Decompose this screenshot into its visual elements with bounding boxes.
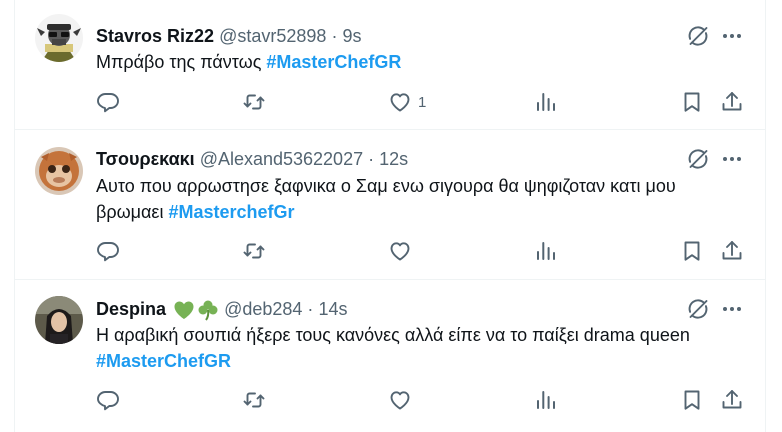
more-icon[interactable] — [720, 297, 744, 321]
share-button[interactable] — [720, 90, 744, 114]
bookmark-icon — [680, 388, 704, 412]
tweet-actions — [15, 239, 765, 263]
tweet-text: Η αραβική σουπιά ήξερε τους κανόνες αλλά… — [96, 322, 746, 374]
tweet-header: Τσουρεκακι @Alexand53622027 · 12s — [96, 148, 408, 170]
share-icon — [720, 239, 744, 263]
display-name[interactable]: Despina — [96, 299, 166, 319]
avatar-image — [35, 147, 83, 195]
green-heart-emoji — [174, 301, 194, 320]
share-icon — [720, 90, 744, 114]
like-icon — [388, 388, 412, 412]
bookmark-icon — [680, 239, 704, 263]
tweet[interactable]: Stavros Riz22 @stavr52898 · 9s Μπράβο τη… — [15, 0, 765, 130]
hashtag-link[interactable]: #MasterchefGr — [168, 202, 294, 222]
reply-icon — [96, 388, 120, 412]
views-button[interactable] — [534, 90, 558, 114]
timestamp[interactable]: 9s — [342, 26, 361, 46]
tweet[interactable]: Despina @deb284 · 14s Η αραβική σουπιά ή… — [15, 280, 765, 432]
reply-icon — [96, 90, 120, 114]
avatar-image — [35, 14, 83, 62]
avatar[interactable] — [35, 14, 83, 62]
separator-dot: · — [368, 149, 375, 169]
user-handle[interactable]: @deb284 — [224, 299, 302, 319]
views-icon — [534, 90, 558, 114]
share-button[interactable] — [720, 388, 744, 412]
views-icon — [534, 388, 558, 412]
retweet-icon — [242, 90, 266, 114]
separator-dot: · — [307, 299, 314, 319]
like-count: 1 — [418, 93, 427, 111]
user-handle[interactable]: @Alexand53622027 — [200, 149, 363, 169]
like-icon — [388, 239, 412, 263]
tweet-actions — [15, 388, 765, 412]
retweet-icon — [242, 388, 266, 412]
separator-dot: · — [331, 26, 338, 46]
display-name[interactable]: Τσουρεκακι — [96, 149, 195, 169]
share-icon — [720, 388, 744, 412]
views-button[interactable] — [534, 388, 558, 412]
reply-icon — [96, 239, 120, 263]
avatar-image — [35, 296, 83, 344]
like-icon — [388, 90, 412, 114]
tweet-header: Stavros Riz22 @stavr52898 · 9s — [96, 25, 361, 47]
reply-button[interactable] — [96, 90, 120, 114]
bookmark-button[interactable] — [680, 90, 704, 114]
shamrock-emoji — [198, 300, 218, 321]
like-button[interactable] — [388, 239, 418, 263]
tweet-text: Μπράβο της πάντως #MasterChefGR — [96, 49, 736, 75]
share-button[interactable] — [720, 239, 744, 263]
tweet-text: Αυτο που αρρωστησε ξαφνικα ο Σαμ ενω σιγ… — [96, 173, 736, 225]
bookmark-button[interactable] — [680, 239, 704, 263]
more-icon[interactable] — [720, 147, 744, 171]
views-icon — [534, 239, 558, 263]
tweet-text-body: Η αραβική σουπιά ήξερε τους κανόνες αλλά… — [96, 325, 690, 345]
timestamp[interactable]: 12s — [379, 149, 408, 169]
retweet-button[interactable] — [242, 239, 266, 263]
views-button[interactable] — [534, 239, 558, 263]
timestamp[interactable]: 14s — [318, 299, 347, 319]
hashtag-link[interactable]: #MasterChefGR — [96, 351, 231, 371]
like-button[interactable] — [388, 388, 418, 412]
retweet-button[interactable] — [242, 388, 266, 412]
avatar[interactable] — [35, 147, 83, 195]
bookmark-button[interactable] — [680, 388, 704, 412]
tweet-actions: 1 — [15, 90, 765, 114]
timeline-feed: Stavros Riz22 @stavr52898 · 9s Μπράβο τη… — [14, 0, 766, 432]
reply-button[interactable] — [96, 239, 120, 263]
reply-button[interactable] — [96, 388, 120, 412]
bookmark-icon — [680, 90, 704, 114]
retweet-icon — [242, 239, 266, 263]
tweet[interactable]: Τσουρεκακι @Alexand53622027 · 12s Αυτο π… — [15, 130, 765, 280]
hashtag-link[interactable]: #MasterChefGR — [266, 52, 401, 72]
retweet-button[interactable] — [242, 90, 266, 114]
grok-icon[interactable] — [686, 297, 710, 321]
display-name[interactable]: Stavros Riz22 — [96, 26, 214, 46]
tweet-header: Despina @deb284 · 14s — [96, 298, 347, 321]
user-handle[interactable]: @stavr52898 — [219, 26, 326, 46]
avatar[interactable] — [35, 296, 83, 344]
like-button[interactable]: 1 — [388, 90, 426, 114]
grok-icon[interactable] — [686, 24, 710, 48]
tweet-text-body: Μπράβο της πάντως — [96, 52, 267, 72]
more-icon[interactable] — [720, 24, 744, 48]
grok-icon[interactable] — [686, 147, 710, 171]
